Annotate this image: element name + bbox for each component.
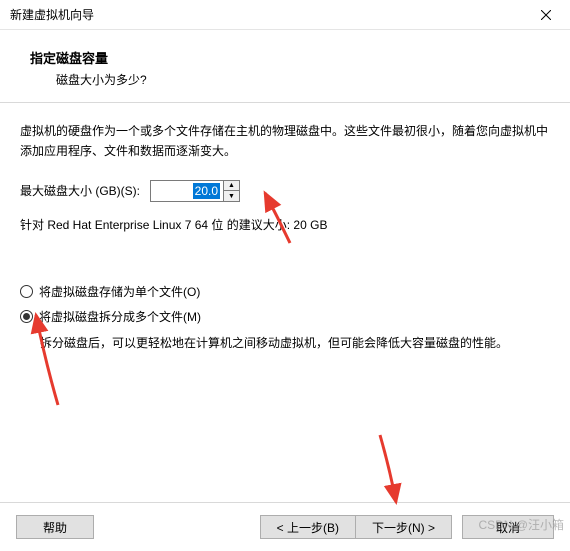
recommended-size-text: 针对 Red Hat Enterprise Linux 7 64 位 的建议大小… (20, 216, 550, 233)
radio-single-file[interactable]: 将虚拟磁盘存储为单个文件(O) (20, 283, 550, 300)
radio-icon (20, 310, 33, 323)
back-button[interactable]: < 上一步(B) (260, 515, 355, 539)
split-description: 拆分磁盘后，可以更轻松地在计算机之间移动虚拟机，但可能会降低大容量磁盘的性能。 (20, 333, 550, 353)
wizard-footer: 帮助 < 上一步(B) 下一步(N) > 取消 (0, 502, 570, 551)
disk-size-spinner[interactable]: 20.0 ▲ ▼ (150, 180, 240, 202)
titlebar: 新建虚拟机向导 (0, 0, 570, 30)
page-subtitle: 磁盘大小为多少? (30, 71, 540, 88)
radio-split-files[interactable]: 将虚拟磁盘拆分成多个文件(M) (20, 308, 550, 325)
annotation-arrow-3 (372, 430, 412, 513)
window-title: 新建虚拟机向导 (10, 6, 94, 23)
content-area: 虚拟机的硬盘作为一个或多个文件存储在主机的物理磁盘中。这些文件最初很小，随着您向… (0, 103, 570, 353)
wizard-header: 指定磁盘容量 磁盘大小为多少? (0, 30, 570, 102)
spinner-buttons: ▲ ▼ (223, 181, 239, 201)
spinner-up-button[interactable]: ▲ (224, 181, 239, 192)
disk-size-label: 最大磁盘大小 (GB)(S): (20, 182, 140, 199)
radio-icon (20, 285, 33, 298)
disk-size-row: 最大磁盘大小 (GB)(S): 20.0 ▲ ▼ (20, 180, 550, 202)
next-button[interactable]: 下一步(N) > (355, 515, 452, 539)
description-text: 虚拟机的硬盘作为一个或多个文件存储在主机的物理磁盘中。这些文件最初很小，随着您向… (20, 121, 550, 162)
nav-buttons: < 上一步(B) 下一步(N) > 取消 (260, 515, 554, 539)
help-button[interactable]: 帮助 (16, 515, 94, 539)
close-icon (541, 10, 551, 20)
radio-split-label: 将虚拟磁盘拆分成多个文件(M) (39, 308, 201, 325)
close-button[interactable] (524, 1, 568, 29)
page-title: 指定磁盘容量 (30, 48, 540, 67)
radio-single-label: 将虚拟磁盘存储为单个文件(O) (39, 283, 200, 300)
cancel-button[interactable]: 取消 (462, 515, 554, 539)
storage-radio-group: 将虚拟磁盘存储为单个文件(O) 将虚拟磁盘拆分成多个文件(M) 拆分磁盘后，可以… (20, 283, 550, 353)
disk-size-input[interactable]: 20.0 (151, 181, 223, 201)
spinner-down-button[interactable]: ▼ (224, 191, 239, 201)
